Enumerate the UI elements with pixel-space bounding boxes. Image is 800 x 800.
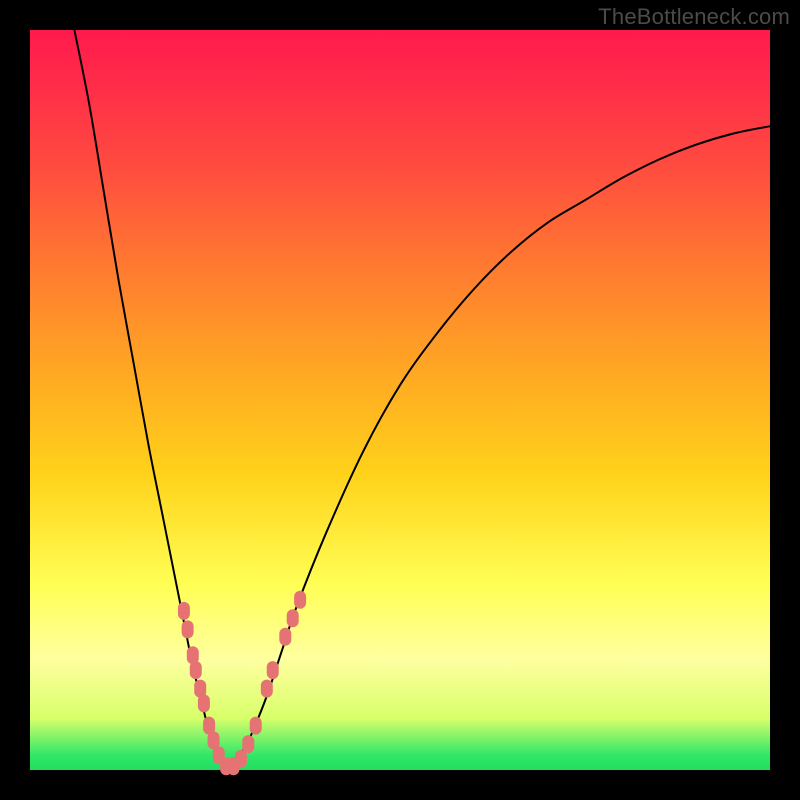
watermark: TheBottleneck.com: [598, 4, 790, 30]
data-marker: [287, 609, 299, 627]
data-marker: [294, 591, 306, 609]
data-marker: [267, 661, 279, 679]
data-marker: [279, 628, 291, 646]
data-marker: [178, 602, 190, 620]
chart-svg: [30, 30, 770, 770]
plot-area: [30, 30, 770, 770]
data-marker: [235, 750, 247, 768]
curve-right: [230, 126, 770, 770]
data-marker: [242, 735, 254, 753]
data-marker: [261, 680, 273, 698]
data-marker: [250, 717, 262, 735]
curve-left: [74, 30, 229, 770]
markers: [178, 591, 306, 776]
data-marker: [182, 620, 194, 638]
chart-frame: TheBottleneck.com: [0, 0, 800, 800]
data-marker: [198, 694, 210, 712]
data-marker: [190, 661, 202, 679]
